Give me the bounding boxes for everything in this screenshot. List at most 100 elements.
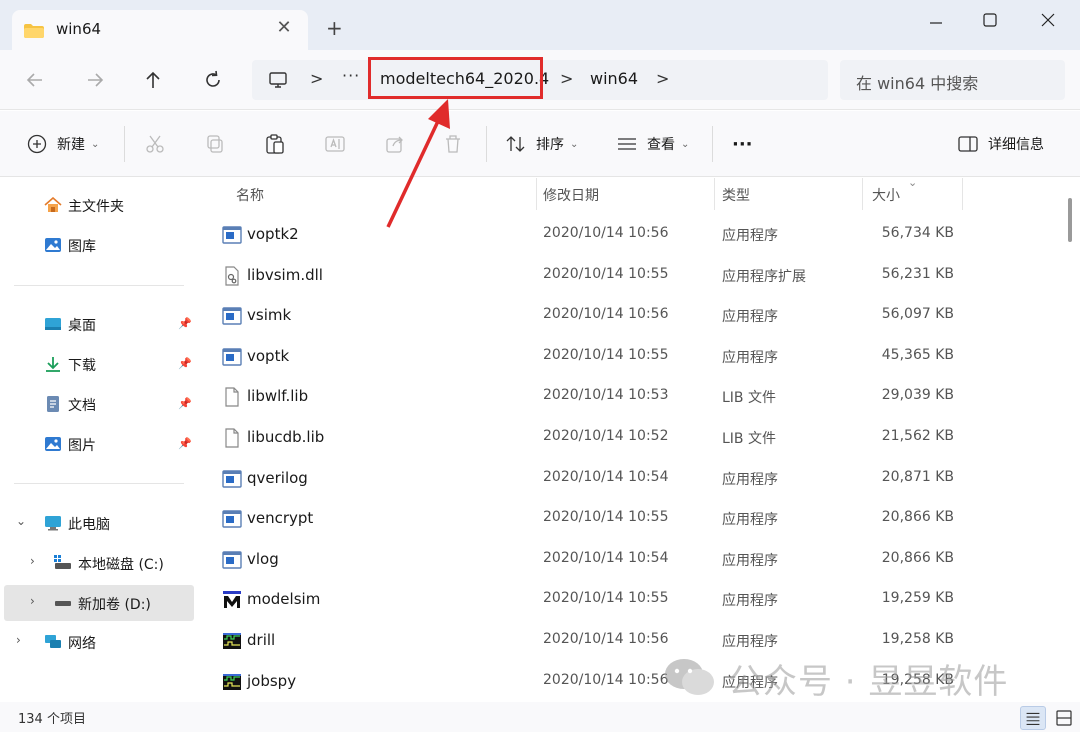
crumb-overflow-button[interactable]: ··· (342, 66, 360, 85)
back-icon[interactable] (23, 68, 47, 92)
chevron-right-icon[interactable]: › (16, 633, 21, 647)
watermark-text: 公众号 · 昱昱软件 (728, 662, 1009, 702)
file-type: 应用程序 (722, 471, 778, 488)
annotation-arrow (386, 99, 450, 228)
forward-icon[interactable] (83, 68, 107, 92)
chevron-down-icon[interactable]: ⌄ (16, 514, 26, 528)
sidebar-item-gallery[interactable]: 图库 (4, 227, 194, 263)
file-name: voptk (247, 346, 290, 365)
rename-icon[interactable] (324, 133, 346, 155)
file-type: 应用程序 (722, 552, 778, 569)
file-modified: 2020/10/14 10:55 (543, 590, 669, 607)
view-icon[interactable] (616, 133, 638, 155)
file-row[interactable]: vlog 2020/10/14 10:54 应用程序 20,866 KB (196, 540, 1062, 580)
file-size: 29,039 KB (881, 387, 954, 404)
view-button[interactable]: 查看 ⌄ (647, 133, 689, 155)
up-icon[interactable] (141, 68, 165, 92)
sidebar-item-drive-d[interactable]: › 新加卷 (D:) (4, 585, 194, 621)
file-row[interactable]: libwlf.lib 2020/10/14 10:53 LIB 文件 29,039 K… (196, 377, 1062, 417)
column-header-modified[interactable]: 修改日期 (536, 178, 714, 210)
cut-icon[interactable] (144, 133, 166, 155)
folder-icon (24, 24, 44, 38)
file-row[interactable]: voptk 2020/10/14 10:55 应用程序 45,365 KB (196, 337, 1062, 377)
title-bar: win64 ✕ + (0, 0, 1080, 50)
file-row[interactable]: libucdb.lib 2020/10/14 10:52 LIB 文件 21,562 … (196, 418, 1062, 458)
file-row[interactable]: modelsim 2020/10/14 10:55 应用程序 19,259 KB (196, 580, 1062, 620)
copy-icon[interactable] (204, 133, 226, 155)
column-divider[interactable] (962, 178, 963, 210)
file-icon (222, 428, 242, 448)
chevron-right-icon[interactable]: › (30, 594, 35, 608)
sidebar-item-desktop[interactable]: 桌面 📌 (4, 306, 194, 342)
tab-win64[interactable]: win64 ✕ (12, 10, 308, 50)
new-tab-button[interactable]: + (326, 18, 343, 38)
sidebar-item-this-pc[interactable]: ⌄ 此电脑 (4, 505, 194, 541)
sort-icon[interactable] (505, 133, 527, 155)
crumb-win64[interactable]: win64 (590, 69, 638, 88)
close-window-icon[interactable] (1030, 6, 1066, 34)
tiles-view-icon[interactable] (1052, 706, 1076, 730)
sidebar-item-network[interactable]: › 网络 (4, 624, 194, 660)
file-row[interactable]: libvsim.dll 2020/10/14 10:55 应用程序扩展 56,231 … (196, 256, 1062, 296)
sidebar-item-downloads[interactable]: 下载 📌 (4, 346, 194, 382)
search-input[interactable]: 在 win64 中搜索 (840, 60, 1065, 100)
close-tab-icon[interactable]: ✕ (274, 18, 294, 38)
gallery-icon (45, 238, 61, 252)
file-type: 应用程序扩展 (722, 268, 806, 285)
new-button[interactable]: 新建 ⌄ (57, 133, 99, 155)
refresh-icon[interactable] (201, 68, 225, 92)
file-type: 应用程序 (722, 634, 778, 650)
file-row[interactable]: vencrypt 2020/10/14 10:55 应用程序 20,866 KB (196, 499, 1062, 539)
chevron-down-icon: ⌄ (91, 138, 100, 150)
pictures-icon (45, 437, 61, 451)
file-row[interactable]: voptk2 2020/10/14 10:56 应用程序 56,734 KB (196, 215, 1062, 255)
chevron-down-icon: ⌄ (681, 138, 690, 150)
file-size: 56,231 KB (881, 265, 954, 282)
column-header-type[interactable]: 类型 (714, 178, 862, 210)
network-icon (45, 635, 61, 648)
file-name: drill (247, 631, 276, 649)
file-type: LIB 文件 (722, 431, 776, 447)
sidebar-item-label: 本地磁盘 (C:) (78, 557, 164, 573)
vertical-scrollbar[interactable] (1062, 178, 1080, 702)
pin-icon[interactable]: 📌 (178, 437, 192, 450)
pin-icon[interactable]: 📌 (178, 357, 192, 370)
sidebar-item-drive-c[interactable]: › 本地磁盘 (C:) (4, 545, 194, 581)
plus-circle-icon[interactable] (26, 133, 48, 155)
maximize-icon[interactable] (972, 6, 1008, 34)
file-icon (222, 387, 242, 407)
divider (14, 483, 184, 484)
file-row[interactable]: vsimk 2020/10/14 10:56 应用程序 56,097 KB (196, 296, 1062, 336)
column-label: 类型 (722, 188, 750, 204)
item-count: 134 个项目 (18, 712, 86, 727)
file-type: 应用程序 (722, 512, 778, 529)
scrollbar-thumb[interactable] (1068, 198, 1072, 242)
file-list: 名称 修改日期 类型 大小 ⌄ voptk2 2020/10/14 10:56 应用… (196, 176, 1062, 702)
file-row[interactable]: qverilog 2020/10/14 10:54 应用程序 20,871 KB (196, 459, 1062, 499)
file-type: LIB 文件 (722, 390, 776, 407)
column-header-name[interactable]: 名称 (196, 178, 536, 210)
sort-button[interactable]: 排序 ⌄ (536, 133, 578, 155)
this-pc-icon[interactable] (268, 70, 288, 90)
sidebar-item-home[interactable]: 主文件夹 (4, 187, 194, 223)
more-options-button[interactable]: ··· (732, 133, 753, 155)
system-drive-icon (54, 555, 71, 569)
details-view-icon[interactable] (1020, 706, 1046, 730)
sidebar-item-label: 桌面 (68, 318, 96, 334)
file-size: 19,259 KB (881, 590, 954, 607)
details-pane-icon[interactable] (957, 133, 979, 155)
crumb-separator: > (656, 69, 670, 88)
pin-icon[interactable]: 📌 (178, 317, 192, 330)
modelsim-icon (222, 590, 242, 610)
pin-icon[interactable]: 📌 (178, 397, 192, 410)
sidebar-item-label: 文档 (68, 398, 96, 414)
minimize-icon[interactable] (918, 6, 954, 34)
file-name: modelsim (247, 590, 321, 609)
sidebar-item-documents[interactable]: 文档 📌 (4, 386, 194, 422)
details-button[interactable]: 详细信息 (988, 133, 1044, 155)
chevron-right-icon[interactable]: › (30, 554, 35, 568)
file-name: jobspy (247, 671, 297, 690)
paste-icon[interactable] (264, 133, 286, 155)
exe-icon (222, 550, 242, 570)
sidebar-item-pictures[interactable]: 图片 📌 (4, 426, 194, 462)
